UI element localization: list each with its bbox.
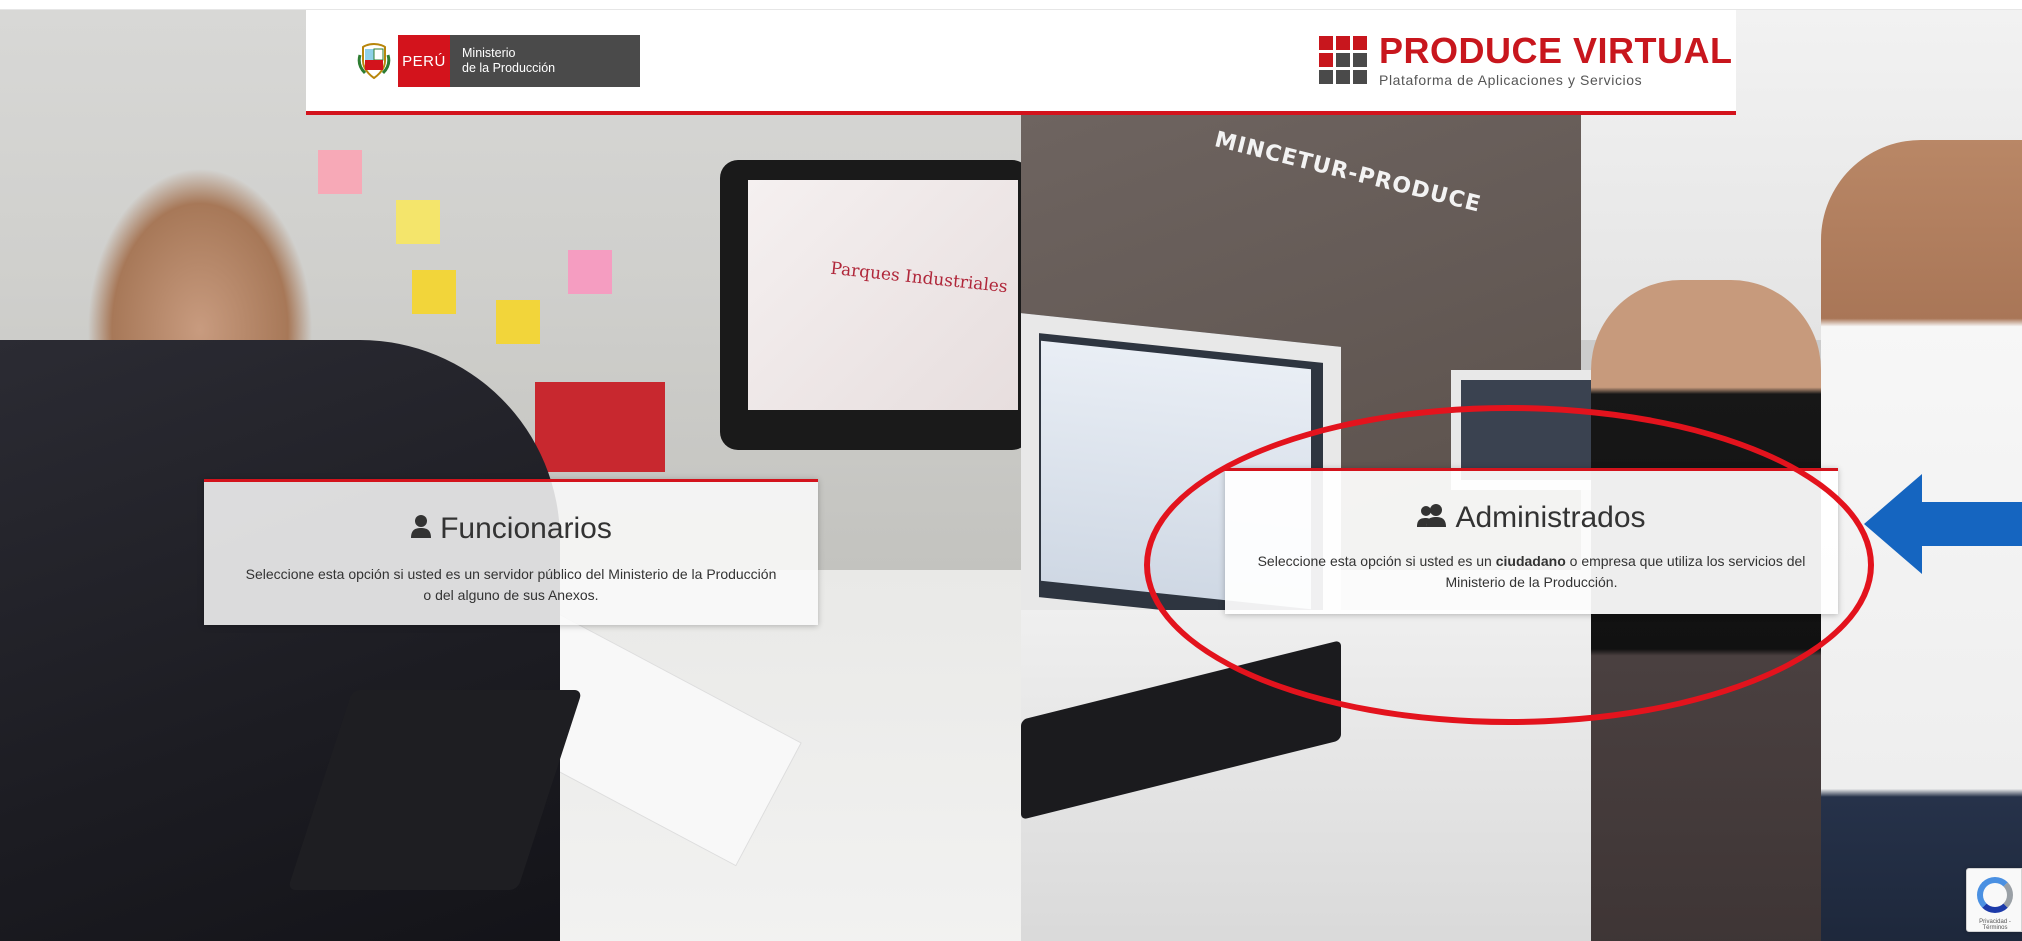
- background-photo-office: Parques Industriales: [0, 10, 1021, 941]
- user-icon: [410, 512, 432, 546]
- top-strip: [0, 0, 2022, 10]
- brand-title: PRODUCE VIRTUAL: [1379, 29, 1733, 71]
- ministry-label: Ministerio de la Producción: [450, 35, 640, 87]
- card-description: Seleccione esta opción si usted es un se…: [245, 566, 777, 603]
- ministry-line-2: de la Producción: [462, 61, 556, 75]
- produce-virtual-logo[interactable]: PRODUCE VIRTUAL Plataforma de Aplicacion…: [1319, 32, 1733, 88]
- grid-logo-icon: [1319, 36, 1367, 84]
- card-title-text: Funcionarios: [440, 512, 612, 545]
- monitor-screen: [748, 180, 1018, 410]
- sticky-note: [318, 150, 362, 194]
- ministry-line-1: Ministerio: [462, 46, 516, 60]
- sticky-note: [496, 300, 540, 344]
- recaptcha-text: Privacidad - Términos: [1979, 919, 2011, 931]
- recaptcha-badge[interactable]: Privacidad - Términos: [1966, 868, 2022, 932]
- peru-label: PERÚ: [398, 35, 450, 87]
- sticky-note: [568, 250, 612, 294]
- brand-subtitle: Plataforma de Aplicaciones y Servicios: [1379, 71, 1643, 88]
- card-title: Funcionarios: [204, 512, 818, 546]
- highlight-ellipse: [1144, 405, 1874, 725]
- brand-text: PRODUCE VIRTUAL Plataforma de Aplicacion…: [1379, 29, 1733, 88]
- coat-of-arms-icon: [350, 35, 398, 87]
- government-logo[interactable]: PERÚ Ministerio de la Producción: [350, 35, 640, 87]
- red-binder: [535, 382, 665, 472]
- recaptcha-icon: [1977, 877, 2013, 913]
- sticky-note: [412, 270, 456, 314]
- option-card-funcionarios[interactable]: Funcionarios Seleccione esta opción si u…: [204, 479, 818, 625]
- pointer-arrow-icon: [1864, 474, 2022, 574]
- site-header: PERÚ Ministerio de la Producción PRODUCE…: [306, 10, 1736, 115]
- sticky-note: [396, 200, 440, 244]
